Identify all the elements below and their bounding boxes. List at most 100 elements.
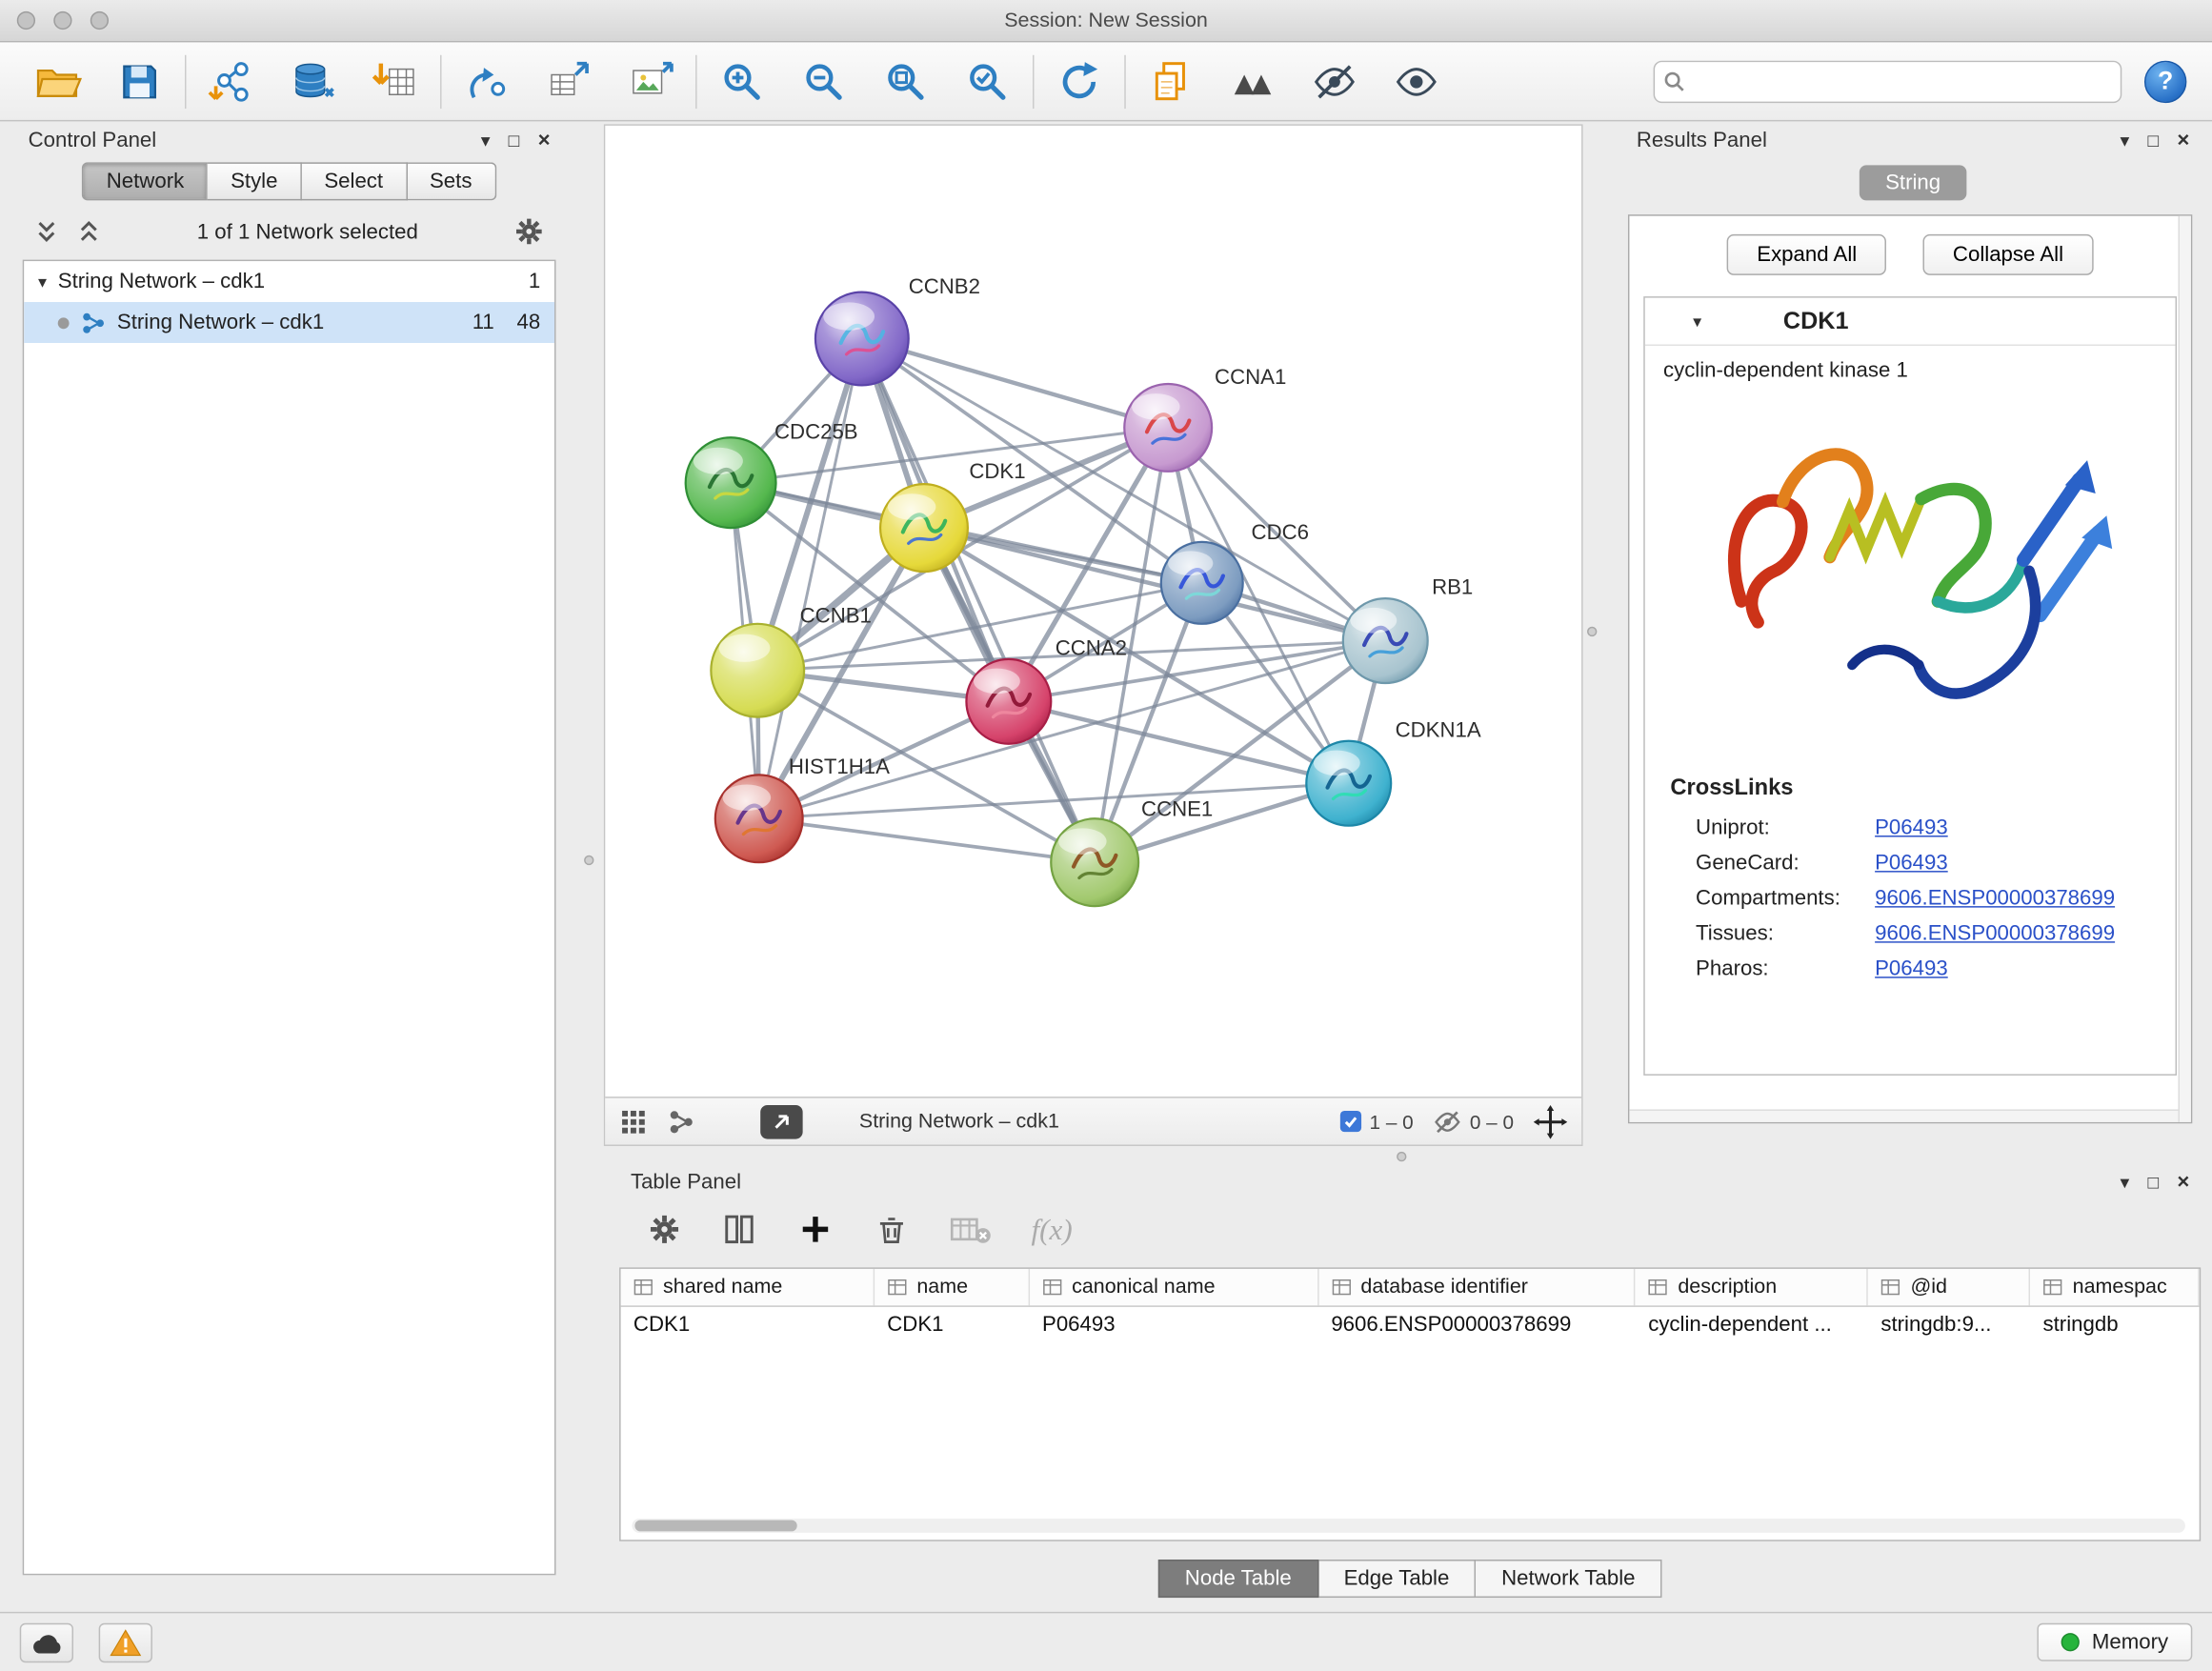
pan-crosshair-icon[interactable]	[1534, 1104, 1568, 1138]
table-cell[interactable]: stringdb	[2030, 1307, 2200, 1345]
zoom-out-button[interactable]	[783, 50, 865, 112]
panel-float-icon[interactable]: □	[2147, 1172, 2159, 1190]
help-button[interactable]: ?	[2144, 60, 2186, 102]
vertical-splitter-handle[interactable]	[584, 856, 593, 865]
column-header-canonical-name[interactable]: canonical name	[1030, 1269, 1318, 1306]
open-in-window-button[interactable]	[760, 1104, 802, 1138]
table-cell[interactable]: cyclin-dependent ...	[1636, 1307, 1868, 1345]
clear-table-icon[interactable]	[950, 1213, 992, 1247]
tab-string[interactable]: String	[1860, 165, 1965, 200]
crosslink-value-link[interactable]: P06493	[1875, 815, 1948, 839]
expand-all-icon[interactable]	[76, 219, 102, 245]
column-header-@id[interactable]: @id	[1868, 1269, 2030, 1306]
network-node-rb1[interactable]	[1343, 598, 1428, 683]
crosslink-value-link[interactable]: 9606.ENSP00000378699	[1875, 886, 2115, 910]
refresh-button[interactable]	[1038, 50, 1120, 112]
panel-menu-icon[interactable]: ▾	[2121, 1172, 2130, 1190]
gene-section-header[interactable]: ▾ CDK1	[1645, 298, 2176, 346]
network-node-ccna1[interactable]	[1124, 384, 1212, 472]
network-node-cdkn1a[interactable]	[1306, 741, 1391, 826]
network-edge[interactable]	[759, 818, 1095, 862]
network-edge[interactable]	[759, 641, 1386, 819]
network-node-hist1h1a[interactable]	[715, 775, 803, 862]
panel-float-icon[interactable]: □	[2147, 131, 2159, 149]
network-node-cdc25b[interactable]	[686, 437, 776, 528]
open-session-button[interactable]	[17, 50, 99, 112]
collapse-all-button[interactable]: Collapse All	[1923, 234, 2093, 275]
column-header-namespac[interactable]: namespac	[2030, 1269, 2200, 1306]
control-tab-sets[interactable]: Sets	[407, 162, 495, 200]
clone-network-button[interactable]	[446, 50, 528, 112]
crosslink-value-link[interactable]: 9606.ENSP00000378699	[1875, 921, 2115, 945]
network-node-ccnb2[interactable]	[815, 292, 909, 386]
zoom-in-button[interactable]	[701, 50, 783, 112]
memory-button[interactable]: Memory	[2037, 1623, 2192, 1661]
scrollbar-thumb[interactable]	[634, 1520, 796, 1532]
results-horizontal-scrollbar[interactable]	[1629, 1109, 2178, 1121]
collapse-all-icon[interactable]	[34, 219, 60, 245]
expand-all-button[interactable]: Expand All	[1727, 234, 1886, 275]
results-vertical-scrollbar[interactable]	[2179, 216, 2191, 1122]
gear-icon[interactable]	[513, 216, 545, 248]
panel-menu-icon[interactable]: ▾	[2121, 131, 2130, 149]
column-header-name[interactable]: name	[875, 1269, 1030, 1306]
table-cell[interactable]: CDK1	[621, 1307, 875, 1345]
control-tab-select[interactable]: Select	[302, 162, 408, 200]
vertical-splitter-handle[interactable]	[1587, 627, 1597, 636]
network-node-ccna2[interactable]	[966, 659, 1051, 744]
network-edge[interactable]	[759, 339, 862, 819]
select-columns-icon[interactable]	[721, 1211, 758, 1248]
network-edge[interactable]	[862, 339, 1095, 863]
grid-view-icon[interactable]	[619, 1107, 648, 1136]
horizontal-splitter-handle[interactable]	[1397, 1152, 1406, 1161]
column-header-database-identifier[interactable]: database identifier	[1318, 1269, 1636, 1306]
show-graphics-button[interactable]	[1376, 50, 1458, 112]
save-session-button[interactable]	[99, 50, 181, 112]
table-settings-gear-icon[interactable]	[648, 1213, 682, 1247]
import-table-button[interactable]	[354, 50, 436, 112]
zoom-fit-button[interactable]	[865, 50, 947, 112]
network-collection-row[interactable]: ▾ String Network – cdk1 1	[24, 261, 554, 302]
search-input[interactable]	[1654, 60, 2122, 102]
graphics-details-button[interactable]	[1212, 50, 1294, 112]
table-tab-edge-table[interactable]: Edge Table	[1318, 1560, 1477, 1598]
export-table-button[interactable]	[528, 50, 610, 112]
table-tab-network-table[interactable]: Network Table	[1476, 1560, 1661, 1598]
panel-close-icon[interactable]: ×	[2177, 1171, 2189, 1192]
network-edge[interactable]	[862, 339, 1168, 428]
table-cell[interactable]: P06493	[1030, 1307, 1318, 1345]
import-network-database-button[interactable]	[272, 50, 354, 112]
column-header-description[interactable]: description	[1636, 1269, 1868, 1306]
selected-checkbox-icon[interactable]	[1339, 1111, 1360, 1132]
panel-menu-icon[interactable]: ▾	[481, 131, 491, 149]
table-tab-node-table[interactable]: Node Table	[1158, 1560, 1318, 1598]
add-column-icon[interactable]	[797, 1211, 835, 1248]
column-header-shared-name[interactable]: shared name	[621, 1269, 875, 1306]
hide-graphics-button[interactable]	[1294, 50, 1376, 112]
annotation-document-button[interactable]	[1130, 50, 1212, 112]
network-row[interactable]: String Network – cdk1 11 48	[24, 302, 554, 343]
panel-float-icon[interactable]: □	[509, 131, 520, 149]
hidden-eye-icon[interactable]	[1433, 1110, 1461, 1133]
section-expander-icon[interactable]: ▾	[1693, 312, 1701, 332]
table-cell[interactable]: stringdb:9...	[1868, 1307, 2030, 1345]
network-node-ccnb1[interactable]	[711, 624, 804, 717]
network-node-cdk1[interactable]	[880, 484, 968, 572]
warnings-button[interactable]	[99, 1622, 152, 1661]
crosslink-value-link[interactable]: P06493	[1875, 956, 1948, 980]
table-cell[interactable]: CDK1	[875, 1307, 1030, 1345]
crosslink-value-link[interactable]: P06493	[1875, 851, 1948, 875]
delete-column-icon[interactable]	[874, 1211, 911, 1248]
control-tab-network[interactable]: Network	[83, 162, 209, 200]
function-builder-button[interactable]: f(x)	[1032, 1212, 1073, 1247]
cloud-status-button[interactable]	[20, 1622, 73, 1661]
network-canvas[interactable]: CCNB2CCNA1CDC25BCDK1CDC6RB1CCNB1CCNA2CDK…	[605, 126, 1581, 1097]
tree-expander-icon[interactable]: ▾	[38, 272, 47, 292]
network-node-cdc6[interactable]	[1161, 542, 1243, 624]
network-node-ccne1[interactable]	[1051, 818, 1138, 906]
zoom-selected-button[interactable]	[947, 50, 1029, 112]
network-view-icon[interactable]	[667, 1107, 695, 1136]
control-tab-style[interactable]: Style	[208, 162, 301, 200]
table-cell[interactable]: 9606.ENSP00000378699	[1318, 1307, 1636, 1345]
table-horizontal-scrollbar[interactable]	[632, 1519, 2184, 1533]
